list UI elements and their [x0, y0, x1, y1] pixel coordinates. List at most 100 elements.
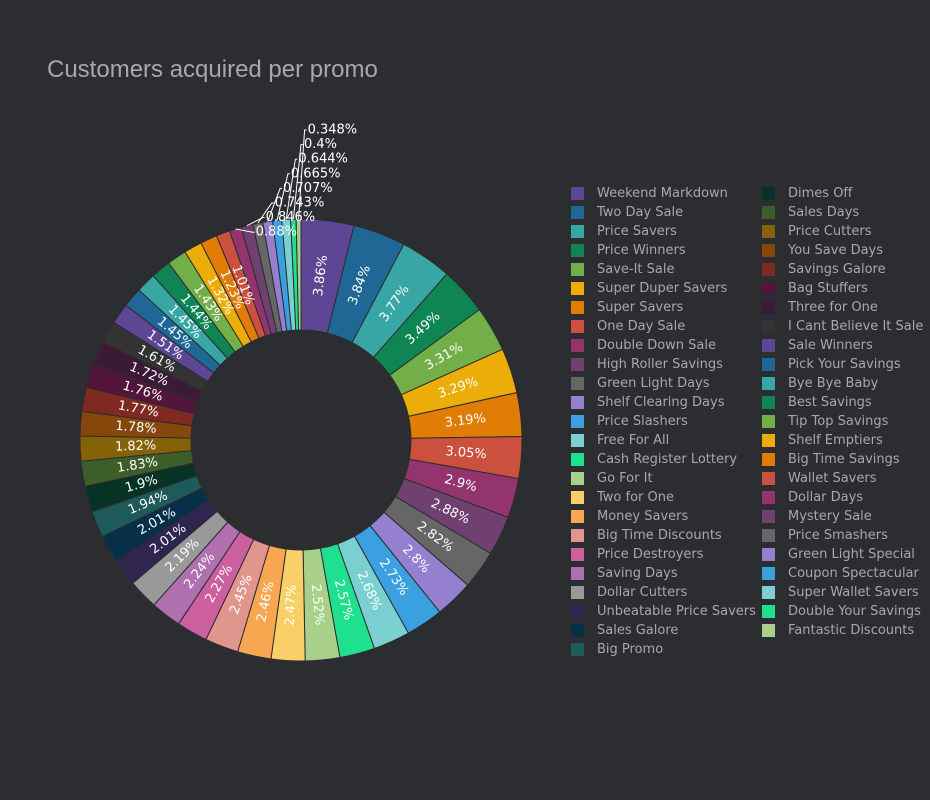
legend-item[interactable]: Two for One — [568, 488, 759, 507]
legend-swatch — [762, 244, 775, 257]
slice-label: 0.846% — [266, 210, 316, 225]
legend-item[interactable]: I Cant Believe It Sale — [759, 317, 923, 336]
legend-item[interactable]: Fantastic Discounts — [759, 621, 919, 640]
legend-item[interactable]: Big Promo — [568, 640, 759, 659]
legend-swatch — [762, 263, 775, 276]
legend-item[interactable]: Sales Galore — [568, 621, 759, 640]
legend-swatch — [762, 225, 775, 238]
legend-item[interactable]: Coupon Spectacular — [759, 564, 919, 583]
legend-item[interactable]: Mystery Sale — [759, 507, 919, 526]
legend-swatch — [571, 586, 584, 599]
slice-label: 2.47% — [283, 584, 300, 626]
legend-label: Weekend Markdown — [597, 186, 728, 201]
legend-swatch — [571, 282, 584, 295]
legend-label: You Save Days — [788, 243, 884, 258]
legend-swatch — [762, 377, 775, 390]
legend-item[interactable]: Best Savings — [759, 393, 919, 412]
legend-item[interactable]: Green Light Days — [568, 374, 759, 393]
legend-item[interactable]: Dimes Off — [759, 184, 919, 203]
legend-item[interactable]: Super Duper Savers — [568, 279, 759, 298]
legend-label: Price Destroyers — [597, 547, 704, 562]
legend-item[interactable]: Bye Bye Baby — [759, 374, 919, 393]
legend-label: I Cant Believe It Sale — [788, 319, 924, 334]
legend-swatch — [762, 415, 775, 428]
legend-label: Sales Galore — [597, 623, 679, 638]
legend-item[interactable]: Free For All — [568, 431, 759, 450]
slice-label: 0.665% — [291, 166, 341, 181]
legend-label: Tip Top Savings — [788, 414, 889, 429]
legend-label: Saving Days — [597, 566, 678, 581]
legend-label: Savings Galore — [788, 262, 886, 277]
legend-label: Bag Stuffers — [788, 281, 868, 296]
legend-label: Big Time Savings — [788, 452, 900, 467]
legend-item[interactable]: Super Wallet Savers — [759, 583, 919, 602]
legend-item[interactable]: Dollar Cutters — [568, 583, 759, 602]
legend-item[interactable]: Sales Days — [759, 203, 919, 222]
legend-swatch — [762, 472, 775, 485]
legend-label: Super Wallet Savers — [788, 585, 919, 600]
legend-label: Price Cutters — [788, 224, 872, 239]
legend-item[interactable]: Go For It — [568, 469, 759, 488]
legend-item[interactable]: Save-It Sale — [568, 260, 759, 279]
legend-item[interactable]: Double Down Sale — [568, 336, 759, 355]
legend-swatch — [762, 320, 775, 333]
legend-item[interactable]: Savings Galore — [759, 260, 919, 279]
legend-item[interactable]: Sale Winners — [759, 336, 919, 355]
legend-item[interactable]: Price Destroyers — [568, 545, 759, 564]
slice-label: 0.88% — [256, 225, 297, 240]
legend-item[interactable]: Price Savers — [568, 222, 759, 241]
legend-swatch — [762, 624, 775, 637]
slice-label: 0.4% — [304, 137, 337, 152]
legend-item[interactable]: Pick Your Savings — [759, 355, 919, 374]
legend-label: Cash Register Lottery — [597, 452, 738, 467]
legend-item[interactable]: Tip Top Savings — [759, 412, 919, 431]
legend-item[interactable]: You Save Days — [759, 241, 919, 260]
legend-item[interactable]: Double Your Savings — [759, 602, 921, 621]
legend-item[interactable]: Green Light Special — [759, 545, 919, 564]
slice-label: 1.78% — [115, 419, 157, 437]
legend-item[interactable]: One Day Sale — [568, 317, 759, 336]
legend-item[interactable]: Dollar Days — [759, 488, 919, 507]
legend-item[interactable]: Shelf Emptiers — [759, 431, 919, 450]
slice-label: 0.644% — [298, 152, 348, 167]
legend-swatch — [762, 567, 775, 580]
legend-item[interactable]: Wallet Savers — [759, 469, 919, 488]
legend-swatch — [762, 282, 775, 295]
legend-swatch — [762, 548, 775, 561]
slice-label: 0.348% — [308, 123, 358, 138]
legend-label: Fantastic Discounts — [788, 623, 915, 638]
legend-label: One Day Sale — [597, 319, 686, 334]
legend-item[interactable]: Three for One — [759, 298, 919, 317]
legend-label: Save-It Sale — [597, 262, 675, 277]
legend-swatch — [571, 510, 584, 523]
legend-item[interactable]: Price Cutters — [759, 222, 919, 241]
legend-item[interactable]: Saving Days — [568, 564, 759, 583]
legend-item[interactable]: Cash Register Lottery — [568, 450, 759, 469]
slice-label: 0.707% — [283, 181, 333, 196]
legend-swatch — [571, 225, 584, 238]
legend-item[interactable]: Bag Stuffers — [759, 279, 919, 298]
legend-item[interactable]: Weekend Markdown — [568, 184, 759, 203]
legend-item[interactable]: Super Savers — [568, 298, 759, 317]
legend-item[interactable]: Shelf Clearing Days — [568, 393, 759, 412]
legend-label: Price Savers — [597, 224, 677, 239]
legend-item[interactable]: Big Time Savings — [759, 450, 919, 469]
legend-label: Money Savers — [597, 509, 689, 524]
legend-item[interactable]: Two Day Sale — [568, 203, 759, 222]
legend-label: Shelf Emptiers — [788, 433, 883, 448]
legend-item[interactable]: High Roller Savings — [568, 355, 759, 374]
legend-swatch — [762, 491, 775, 504]
legend-item[interactable]: Price Winners — [568, 241, 759, 260]
legend-item[interactable]: Price Slashers — [568, 412, 759, 431]
legend-swatch — [762, 396, 775, 409]
legend-label: Super Duper Savers — [597, 281, 728, 296]
legend-label: Price Smashers — [788, 528, 888, 543]
legend-item[interactable]: Unbeatable Price Savers — [568, 602, 759, 621]
legend-swatch — [571, 358, 584, 371]
legend-item[interactable]: Price Smashers — [759, 526, 919, 545]
legend-label: Big Time Discounts — [597, 528, 722, 543]
legend-swatch — [571, 605, 584, 618]
legend-item[interactable]: Money Savers — [568, 507, 759, 526]
legend-label: Unbeatable Price Savers — [597, 604, 756, 619]
legend-item[interactable]: Big Time Discounts — [568, 526, 759, 545]
